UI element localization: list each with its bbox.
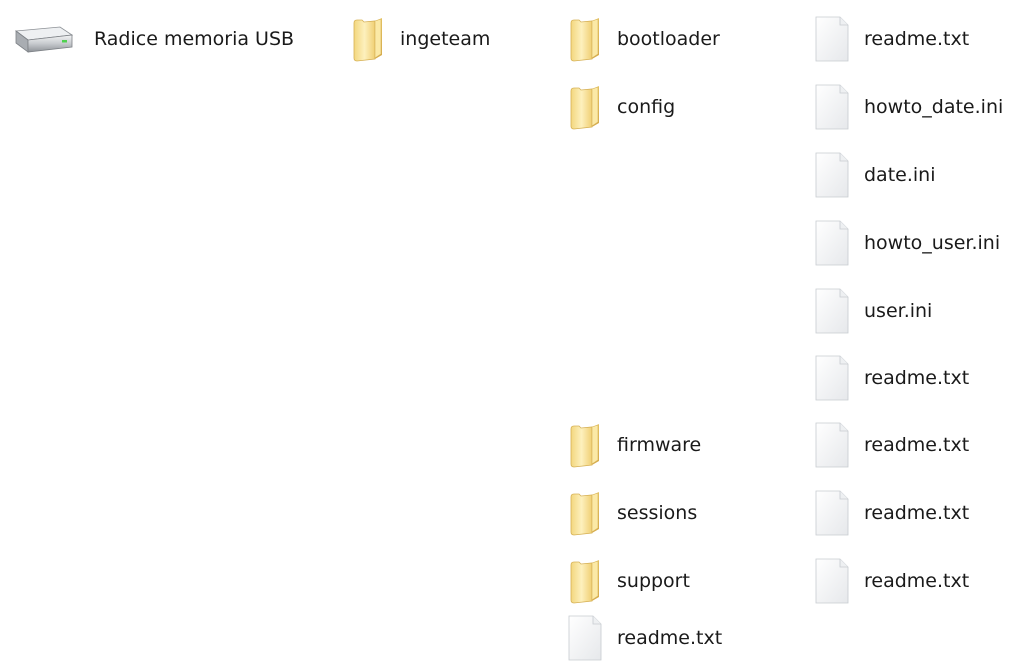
file-sessions-readme[interactable]: readme.txt	[812, 487, 969, 539]
text-file-icon	[812, 15, 852, 63]
text-file-icon	[812, 557, 852, 605]
text-file-icon	[812, 287, 852, 335]
text-file-icon	[812, 489, 852, 537]
file-howto-user[interactable]: howto_user.ini	[812, 217, 1000, 269]
text-file-icon	[812, 421, 852, 469]
folder-icon	[565, 421, 605, 469]
folder-config[interactable]: config	[565, 81, 675, 133]
folder-bootloader-label: bootloader	[617, 27, 720, 50]
file-label: readme.txt	[864, 569, 970, 592]
folder-ingeteam[interactable]: ingeteam	[348, 13, 490, 65]
text-file-icon	[812, 151, 852, 199]
file-firmware-readme[interactable]: readme.txt	[812, 419, 969, 471]
usb-root-label: Radice memoria USB	[94, 27, 295, 50]
file-date-ini[interactable]: date.ini	[812, 149, 935, 201]
file-label: readme.txt	[864, 366, 970, 389]
file-user-ini[interactable]: user.ini	[812, 285, 932, 337]
file-label: readme.txt	[864, 433, 970, 456]
file-bootloader-readme[interactable]: readme.txt	[812, 13, 969, 65]
folder-icon	[565, 15, 605, 63]
file-support-readme[interactable]: readme.txt	[812, 555, 969, 607]
text-file-icon	[812, 354, 852, 402]
folder-icon	[348, 15, 388, 63]
folder-icon	[565, 489, 605, 537]
file-label: howto_user.ini	[864, 231, 1001, 254]
folder-bootloader[interactable]: bootloader	[565, 13, 720, 65]
text-file-icon	[812, 83, 852, 131]
usb-drive-icon	[8, 15, 74, 63]
folder-icon	[565, 557, 605, 605]
text-file-icon	[565, 614, 605, 662]
text-file-icon	[812, 219, 852, 267]
usb-root-node[interactable]: Radice memoria USB	[8, 13, 294, 65]
file-label: readme.txt	[864, 501, 970, 524]
file-label: readme.txt	[864, 27, 970, 50]
folder-ingeteam-label: ingeteam	[400, 27, 491, 50]
folder-config-label: config	[617, 95, 676, 118]
folder-support[interactable]: support	[565, 555, 690, 607]
file-config-readme[interactable]: readme.txt	[812, 352, 969, 404]
folder-firmware-label: firmware	[617, 433, 702, 456]
file-readme-root-label: readme.txt	[617, 626, 723, 649]
file-label: howto_date.ini	[864, 95, 1004, 118]
folder-sessions-label: sessions	[617, 501, 698, 524]
folder-support-label: support	[617, 569, 690, 592]
file-readme-root[interactable]: readme.txt	[565, 612, 722, 664]
folder-icon	[565, 83, 605, 131]
folder-firmware[interactable]: firmware	[565, 419, 701, 471]
folder-sessions[interactable]: sessions	[565, 487, 697, 539]
file-label: user.ini	[864, 299, 933, 322]
file-howto-date[interactable]: howto_date.ini	[812, 81, 1003, 133]
file-label: date.ini	[864, 163, 936, 186]
